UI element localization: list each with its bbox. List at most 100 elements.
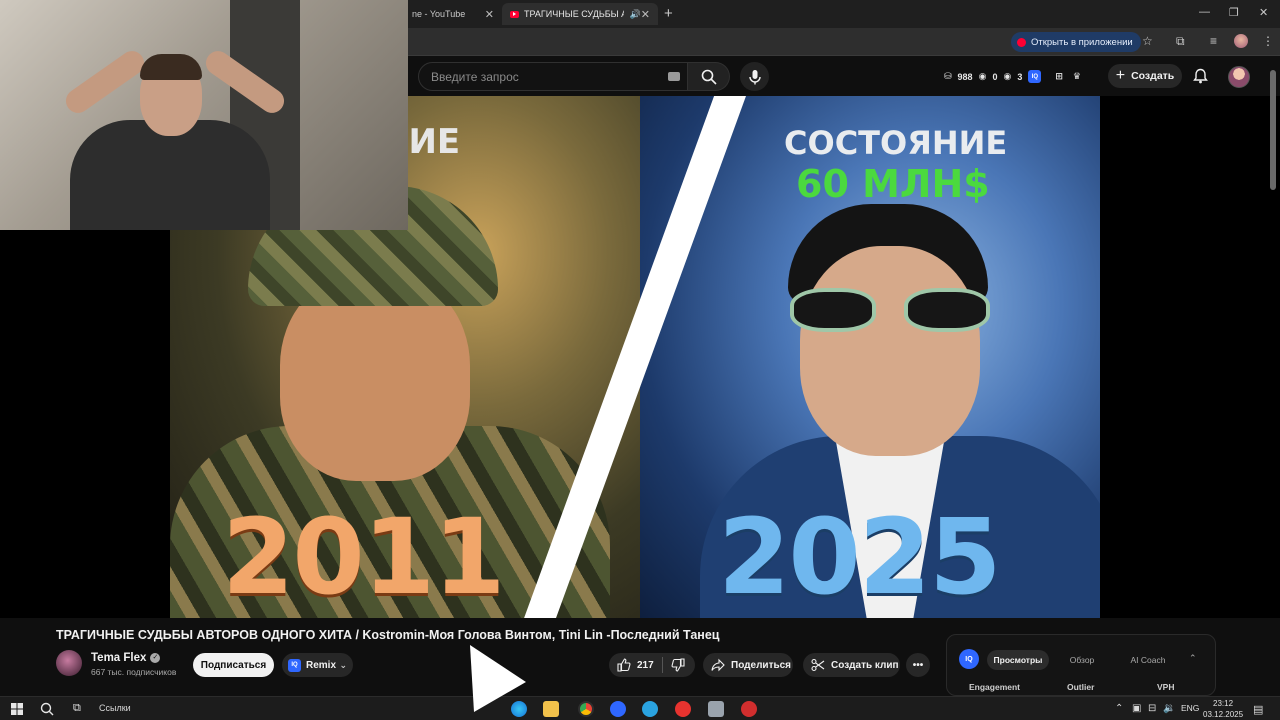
tab-ai-coach[interactable]: AI Coach: [1115, 650, 1181, 670]
person-body: [70, 120, 270, 230]
minimize-icon[interactable]: —: [1199, 6, 1210, 18]
task-view-icon[interactable]: ⧉: [73, 702, 81, 715]
subscriber-count: 667 тыс. подписчиков: [91, 667, 177, 677]
iq-icon[interactable]: IQ: [1028, 70, 1042, 83]
channel-name-text: Tema Flex: [91, 652, 147, 664]
notifications-bell-icon[interactable]: [1193, 68, 1208, 84]
extensions-icon[interactable]: ⧉: [1176, 34, 1185, 49]
stat-c: 3: [1017, 71, 1023, 82]
search-icon: [701, 69, 717, 85]
tray-icon[interactable]: ▣: [1132, 703, 1141, 714]
extension-stats[interactable]: ⛁ 988 ◉ 0 ◉ 3 IQ ⊞ ♛: [944, 70, 1087, 83]
remix-label: Remix: [306, 659, 337, 671]
open-in-app-button[interactable]: Открыть в приложении: [1011, 32, 1141, 52]
right-money: 60 МЛН$: [796, 162, 990, 206]
column-outlier: Outlier: [1067, 682, 1095, 692]
file-explorer-icon[interactable]: [543, 701, 559, 717]
tab-title: ne - YouTube: [412, 9, 466, 19]
clip-label: Создать клип: [831, 659, 899, 671]
create-button[interactable]: + Создать: [1108, 64, 1182, 88]
person-arm: [61, 46, 149, 118]
right-year: 2025: [718, 496, 1001, 618]
search-input[interactable]: Введите запрос: [418, 62, 688, 91]
thumbs-up-icon[interactable]: [617, 658, 631, 672]
tab-views[interactable]: Просмотры: [987, 650, 1049, 670]
speaker-icon[interactable]: 🔊: [630, 9, 641, 20]
bookmark-star-icon[interactable]: ☆: [1142, 34, 1153, 48]
plus-icon: +: [1115, 67, 1126, 84]
browser-profile-avatar[interactable]: [1234, 34, 1248, 48]
search-icon[interactable]: [40, 702, 54, 716]
trophy-icon[interactable]: ♛: [1073, 71, 1081, 82]
eye-icon: ◉: [1003, 71, 1012, 81]
tab-overview[interactable]: Обзор: [1055, 650, 1109, 670]
chevron-down-icon: ⌄: [339, 659, 347, 670]
browser-tab-youtube[interactable]: ne - YouTube ✕: [404, 3, 502, 25]
volume-icon[interactable]: 🔉: [1163, 703, 1175, 714]
iq-logo-icon: IQ: [959, 649, 979, 669]
account-avatar[interactable]: [1228, 66, 1250, 88]
network-icon[interactable]: ⊟: [1148, 703, 1156, 714]
reading-list-icon[interactable]: ≡: [1210, 34, 1217, 48]
translate-icon[interactable]: ⊞: [1055, 71, 1063, 82]
column-engagement: Engagement: [969, 682, 1021, 692]
share-button[interactable]: Поделиться: [703, 653, 793, 677]
channel-name[interactable]: Tema Flex ✓: [91, 652, 161, 664]
notifications-icon[interactable]: ▤: [1253, 703, 1263, 716]
create-label: Создать: [1131, 70, 1175, 82]
close-window-icon[interactable]: ✕: [1259, 6, 1268, 19]
iq-icon: IQ: [288, 658, 301, 672]
input-language[interactable]: ENG: [1181, 703, 1199, 713]
channel-avatar[interactable]: [56, 650, 82, 676]
thumbs-down-icon[interactable]: [671, 658, 685, 672]
youtube-favicon-icon: [510, 10, 519, 18]
system-clock[interactable]: 23:12 03.12.2025: [1203, 698, 1243, 720]
person-hair: [140, 54, 202, 80]
verified-icon: ✓: [150, 653, 161, 663]
links-toolbar[interactable]: Ссылки: [99, 703, 131, 713]
more-icon: •••: [912, 659, 924, 671]
edge-icon[interactable]: [511, 701, 527, 717]
chevron-up-icon[interactable]: ⌃: [1189, 653, 1197, 664]
windows-start-icon[interactable]: [11, 703, 23, 715]
more-actions-button[interactable]: •••: [906, 653, 930, 677]
column-vph: VPH: [1157, 682, 1175, 692]
tab-title: ТРАГИЧНЫЕ СУДЬБЫ АВТО: [524, 9, 624, 19]
create-clip-button[interactable]: Создать клип: [803, 653, 900, 677]
man-face: [800, 246, 980, 456]
youtube-icon: [1017, 37, 1026, 47]
clock-time: 23:12: [1213, 699, 1234, 708]
tab-close-icon[interactable]: ✕: [641, 8, 650, 21]
keyboard-icon[interactable]: [668, 72, 680, 81]
telegram-icon[interactable]: [642, 701, 658, 717]
search-button[interactable]: [688, 62, 730, 91]
yandex-browser-icon[interactable]: [675, 701, 691, 717]
webcam-overlay: [0, 0, 408, 230]
divider: [661, 657, 663, 673]
right-headline: СОСТОЯНИЕ: [784, 124, 1008, 162]
remix-button[interactable]: IQ Remix ⌄: [282, 653, 353, 677]
app-icon[interactable]: [708, 701, 724, 717]
like-count[interactable]: 217: [637, 660, 654, 671]
analytics-panel: IQ Просмотры Обзор AI Coach ⌃ Engagement…: [946, 634, 1216, 696]
eye-icon: ◉: [978, 71, 987, 81]
open-in-app-label: Открыть в приложении: [1031, 36, 1133, 48]
obs-icon[interactable]: [741, 701, 757, 717]
page-scrollbar[interactable]: [1270, 70, 1276, 190]
like-dislike-group: 217: [609, 653, 695, 677]
todo-icon[interactable]: [610, 701, 626, 717]
voice-search-button[interactable]: [740, 62, 769, 91]
restore-icon[interactable]: ❐: [1229, 6, 1239, 19]
chrome-icon[interactable]: [578, 701, 594, 717]
tray-chevron-up-icon[interactable]: ⌃: [1115, 703, 1123, 714]
tab-close-icon[interactable]: ✕: [485, 8, 494, 21]
subscribe-button[interactable]: Подписаться: [193, 653, 274, 677]
share-arrow-icon: [711, 658, 725, 672]
browser-menu-icon[interactable]: ⋮: [1262, 34, 1274, 48]
stats-icon: ⛁: [944, 71, 952, 81]
browser-tab-active[interactable]: ТРАГИЧНЫЕ СУДЬБЫ АВТО 🔊 ✕: [502, 3, 658, 25]
new-tab-icon[interactable]: +: [664, 5, 673, 22]
sunglasses: [790, 288, 990, 332]
windows-taskbar: ⧉ Ссылки ⌃ ▣ ⊟ 🔉 ENG 23:12 03.12.2025 ▤: [0, 696, 1280, 720]
clock-date: 03.12.2025: [1203, 710, 1244, 719]
